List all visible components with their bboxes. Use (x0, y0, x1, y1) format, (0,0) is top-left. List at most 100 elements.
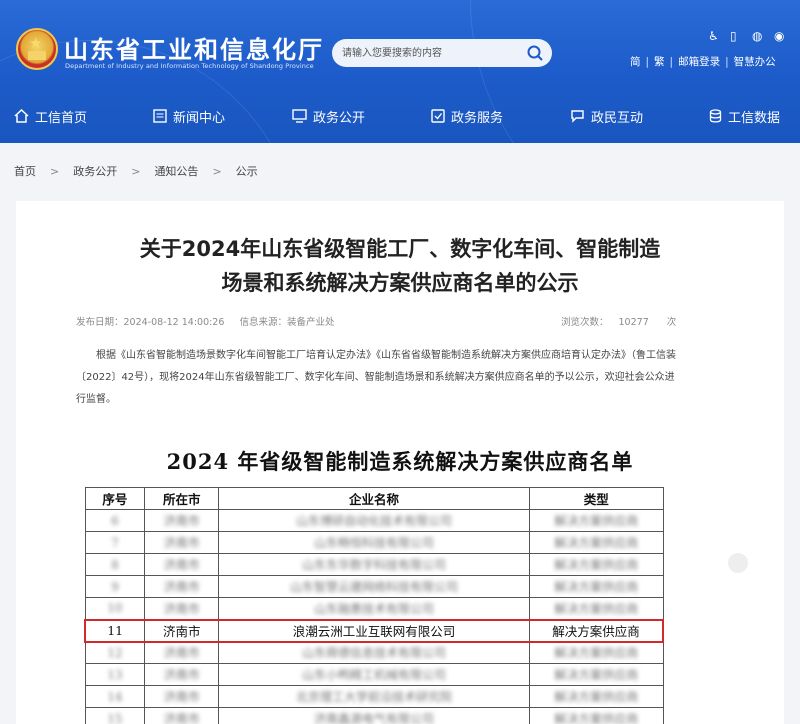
search-icon[interactable] (526, 44, 544, 62)
table-row: 8 济南市 山东东华数字科技有限公司 解决方案供应商 (84, 553, 664, 576)
cell-no: 6 (84, 509, 146, 532)
search-input[interactable] (342, 43, 512, 63)
mobile-icon[interactable]: ▯ (730, 29, 737, 43)
supplier-table: 序号 所在市 企业名称 类型 6 济南市 山东博研自动化技术有限公司 解决方案供应商 7… (84, 487, 664, 724)
breadcrumb-gov-open[interactable]: 政务公开 (73, 165, 117, 178)
cell-company: 山东融惠技术有限公司 (218, 597, 530, 620)
cell-type: 解决方案供应商 (528, 641, 664, 664)
nav-item-gov-service[interactable]: 政务服务 (431, 106, 503, 126)
table-row: 6 济南市 山东博研自动化技术有限公司 解决方案供应商 (84, 509, 664, 532)
nav-item-interaction[interactable]: 政民互动 (570, 106, 643, 126)
top-links: 简 | 繁 | 邮箱登录 | 智慧办公 (630, 54, 776, 69)
database-icon (709, 109, 722, 123)
cell-company: 山东智慧云建网络科技有限公司 (218, 575, 530, 598)
cell-no: 7 (84, 531, 146, 554)
nav-item-gov-open[interactable]: 政务公开 (292, 106, 365, 126)
table-row: 10 济南市 山东融惠技术有限公司 解决方案供应商 (84, 597, 664, 620)
weibo-icon[interactable]: ◉ (774, 29, 784, 43)
views-label: 浏览次数： (561, 317, 609, 328)
main-nav: 工信首页 新闻中心 政务公开 政务服务 政民互动 工信数据 (0, 98, 800, 136)
cell-type: 解决方案供应商 (528, 685, 664, 708)
cell-no: 13 (84, 663, 146, 686)
service-icon (431, 109, 445, 123)
mail-login-link[interactable]: 邮箱登录 (678, 54, 720, 69)
cell-city: 济南市 (144, 509, 220, 532)
title-line: 关于2024年山东省级智能工厂、数字化车间、智能制造 (139, 237, 661, 261)
monitor-icon (292, 109, 307, 123)
cell-city: 济南市 (144, 641, 220, 664)
wechat-icon[interactable]: ◍ (752, 29, 762, 43)
views-value: 10277 (618, 317, 649, 328)
cell-city: 济南市 (144, 531, 220, 554)
cell-company: 济南鑫源电气有限公司 (218, 707, 530, 724)
breadcrumb-home[interactable]: 首页 (14, 165, 36, 178)
cell-no: 12 (84, 641, 146, 664)
table-row: 13 济南市 山东小鸭精工机械有限公司 解决方案供应商 (84, 663, 664, 686)
accessibility-icon[interactable]: ♿ (708, 29, 719, 43)
site-header: ★ 山东省工业和信息化厅 Department of Industry and … (0, 0, 800, 143)
search-box[interactable] (332, 39, 552, 67)
cell-city: 济南市 (144, 553, 220, 576)
cell-type: 解决方案供应商 (528, 531, 664, 554)
cell-company: 北京理工大学前沿技术研究院 (218, 685, 530, 708)
nav-item-news[interactable]: 新闻中心 (153, 106, 225, 126)
source-label: 信息来源： (239, 317, 287, 328)
nav-label: 工信数据 (728, 110, 781, 126)
cell-type: 解决方案供应商 (528, 553, 664, 576)
document-title: 2024 年省级智能制造系统解决方案供应商名单 (166, 449, 634, 474)
header-type: 类型 (528, 487, 664, 510)
nav-label: 政务服务 (451, 110, 504, 126)
header-no: 序号 (84, 487, 146, 510)
title-line: 场景和系统解决方案供应商名单的公示 (221, 271, 579, 295)
cell-type: 解决方案供应商 (528, 663, 664, 686)
cell-city: 济南市 (144, 685, 220, 708)
article-intro: 根据《山东省智能制造场景数字化车间智能工厂培育认定办法》《山东省省级智能制造系统… (76, 350, 676, 405)
article-meta: 发布日期：2024-08-12 14:00:26 信息来源：装备产业处 浏览次数… (76, 314, 676, 328)
table-row: 12 济南市 山东舜德信息技术有限公司 解决方案供应商 (84, 641, 664, 664)
table-row: 15 济南市 济南鑫源电气有限公司 解决方案供应商 (84, 707, 664, 724)
header-company: 企业名称 (218, 487, 530, 510)
table-body: 6 济南市 山东博研自动化技术有限公司 解决方案供应商 7 济南市 山东畅恒科技有限公司 解决… (84, 509, 664, 724)
nav-item-home[interactable]: 工信首页 (14, 106, 87, 126)
chat-icon (571, 110, 584, 123)
nav-item-data[interactable]: 工信数据 (709, 106, 780, 126)
smart-office-link[interactable]: 智慧办公 (734, 54, 776, 69)
cell-company: 浪潮云洲工业互联网有限公司 (218, 618, 530, 643)
cell-company: 山东东华数字科技有限公司 (218, 553, 530, 576)
cell-no: 8 (84, 553, 146, 576)
cell-city: 济南市 (144, 575, 220, 598)
nav-label: 新闻中心 (173, 110, 226, 126)
back-to-top-button[interactable] (728, 553, 748, 573)
national-emblem-icon[interactable]: ★ (16, 28, 58, 70)
nav-label: 工信首页 (35, 110, 88, 126)
page-title: 关于2024年山东省级智能工厂、数字化车间、智能制造 场景和系统解决方案供应商名… (0, 232, 800, 300)
home-icon (14, 109, 29, 123)
site-name[interactable]: 山东省工业和信息化厅 (64, 30, 324, 65)
cell-type: 解决方案供应商 (528, 575, 664, 598)
cell-no: 14 (84, 685, 146, 708)
table-row: 11 济南市 浪潮云洲工业互联网有限公司 解决方案供应商 (84, 618, 664, 643)
cell-city: 济南市 (144, 663, 220, 686)
breadcrumb-notices[interactable]: 通知公告 (154, 165, 198, 178)
news-icon (153, 109, 167, 123)
cell-company: 山东小鸭精工机械有限公司 (218, 663, 530, 686)
table-row: 9 济南市 山东智慧云建网络科技有限公司 解决方案供应商 (84, 575, 664, 598)
cell-city: 济南市 (144, 618, 220, 643)
site-subtitle: Department of Industry and Information T… (65, 62, 314, 70)
header-city: 所在市 (144, 487, 220, 510)
cell-type: 解决方案供应商 (528, 597, 664, 620)
publish-date: 发布日期：2024-08-12 14:00:26 (76, 317, 225, 328)
nav-label: 政民互动 (591, 110, 644, 126)
cell-company: 山东舜德信息技术有限公司 (218, 641, 530, 664)
breadcrumb-publicity[interactable]: 公示 (236, 165, 258, 178)
cell-company: 山东畅恒科技有限公司 (218, 531, 530, 554)
simplified-link[interactable]: 简 (630, 54, 641, 69)
traditional-link[interactable]: 繁 (654, 54, 665, 69)
table-row: 14 济南市 北京理工大学前沿技术研究院 解决方案供应商 (84, 685, 664, 708)
breadcrumb: 首页 > 政务公开 > 通知公告 > 公示 (14, 165, 258, 178)
cell-city: 济南市 (144, 707, 220, 724)
cell-type: 解决方案供应商 (528, 707, 664, 724)
cell-type: 解决方案供应商 (528, 618, 664, 643)
cell-no: 11 (84, 618, 146, 643)
cell-no: 15 (84, 707, 146, 724)
